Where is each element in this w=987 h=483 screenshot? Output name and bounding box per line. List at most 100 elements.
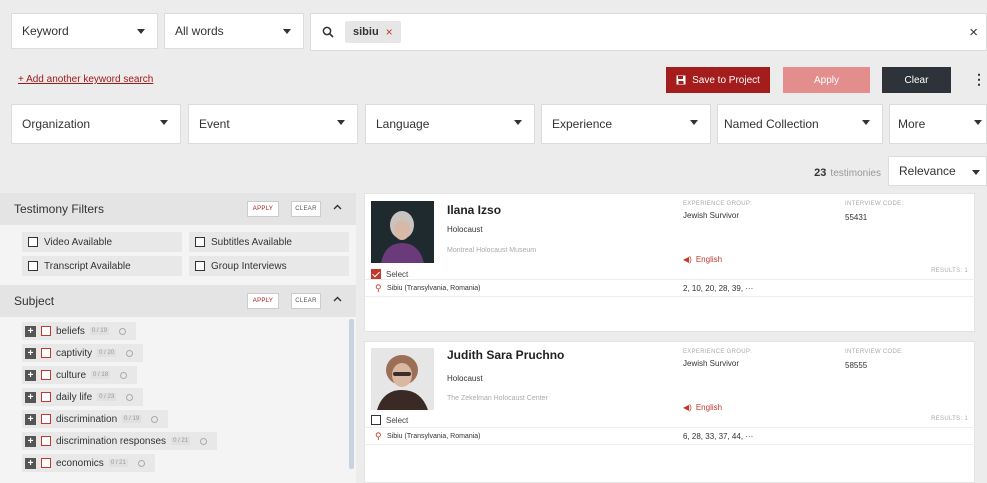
- subject-item-discrimination[interactable]: + discrimination 0 / 19: [22, 410, 169, 428]
- group-interviews-checkbox[interactable]: Group Interviews: [189, 256, 349, 276]
- results-count: RESULTS: 1: [931, 416, 968, 422]
- interview-code-value: 58555: [845, 361, 868, 370]
- keyword-search-input[interactable]: sibiu × ×: [310, 13, 987, 51]
- checkbox-icon[interactable]: [41, 436, 51, 446]
- remove-chip-icon[interactable]: ×: [386, 25, 393, 39]
- select-checkbox[interactable]: Select: [371, 269, 408, 279]
- apply-button[interactable]: Apply: [783, 67, 870, 93]
- video-available-checkbox[interactable]: Video Available: [22, 232, 182, 252]
- experience-filter-label: Experience: [552, 117, 613, 131]
- checkbox-icon[interactable]: [41, 458, 51, 468]
- testimony-name[interactable]: Ilana Izso: [447, 203, 501, 217]
- sidebar-scrollbar[interactable]: [349, 319, 354, 469]
- location-label: Sibiu (Transylvania, Romania): [387, 285, 481, 292]
- segment-links[interactable]: 6, 28, 33, 37, 44, ···: [683, 432, 753, 441]
- checkbox-icon[interactable]: [41, 414, 51, 424]
- organization-filter-select[interactable]: Organization: [11, 104, 181, 144]
- location-pin-icon: ⚲: [375, 283, 382, 293]
- named-collection-filter-select[interactable]: Named Collection: [717, 104, 883, 144]
- info-icon[interactable]: [118, 327, 126, 335]
- save-to-project-button[interactable]: Save to Project: [666, 67, 770, 93]
- info-icon[interactable]: [200, 437, 208, 445]
- transcript-available-checkbox[interactable]: Transcript Available: [22, 256, 182, 276]
- expand-plus-icon[interactable]: +: [25, 325, 36, 337]
- testimony-filters-clear-button[interactable]: CLEAR: [291, 201, 321, 217]
- info-icon[interactable]: [137, 459, 145, 467]
- checked-checkbox-icon: [371, 269, 381, 279]
- info-icon[interactable]: [126, 349, 134, 357]
- keyword-chip: sibiu ×: [345, 21, 401, 43]
- info-icon[interactable]: [151, 415, 159, 423]
- chevron-up-icon[interactable]: [333, 202, 342, 213]
- checkbox-icon: [195, 261, 205, 271]
- testimony-name[interactable]: Judith Sara Pruchno: [447, 348, 564, 362]
- expand-plus-icon[interactable]: +: [25, 435, 36, 447]
- checkbox-icon[interactable]: [41, 370, 51, 380]
- search-field-select[interactable]: Keyword: [11, 13, 158, 49]
- checkbox-icon[interactable]: [41, 326, 51, 336]
- more-options-icon[interactable]: ⋮: [972, 72, 986, 86]
- subject-item-count: 0 / 21: [108, 459, 128, 467]
- info-icon[interactable]: [126, 393, 134, 401]
- info-icon[interactable]: [120, 371, 128, 379]
- filter-row: Organization Event Language Experience N…: [0, 104, 987, 144]
- sort-select-value: Relevance: [899, 164, 956, 178]
- subject-item-daily-life[interactable]: + daily life 0 / 23: [22, 388, 144, 406]
- checkbox-icon[interactable]: [41, 348, 51, 358]
- experience-filter-select[interactable]: Experience: [541, 104, 711, 144]
- expand-plus-icon[interactable]: +: [25, 347, 36, 359]
- experience-group-label: EXPERIENCE GROUP:: [683, 349, 753, 355]
- testimony-filters-apply-button[interactable]: APPLY: [247, 201, 279, 217]
- save-icon: [676, 75, 686, 85]
- add-keyword-search-link[interactable]: + Add another keyword search: [18, 74, 153, 85]
- results-count-row: 23 testimonies Relevance: [0, 156, 987, 188]
- sort-select[interactable]: Relevance: [888, 156, 987, 186]
- keyword-chip-label: sibiu: [353, 26, 379, 38]
- more-filter-label: More: [898, 117, 926, 131]
- select-label: Select: [386, 415, 409, 425]
- checkbox-icon[interactable]: [41, 392, 51, 402]
- expand-plus-icon[interactable]: +: [25, 457, 36, 469]
- more-filter-select[interactable]: More: [889, 104, 987, 144]
- expand-plus-icon[interactable]: +: [25, 369, 36, 381]
- expand-plus-icon[interactable]: +: [25, 391, 36, 403]
- testimony-organization: The Zekelman Holocaust Center: [447, 395, 548, 402]
- subject-item-label: daily life: [56, 391, 93, 403]
- event-filter-label: Event: [199, 117, 230, 131]
- subject-item-count: 0 / 21: [171, 437, 191, 445]
- testimony-category: Holocaust: [447, 225, 483, 234]
- testimony-filters-title: Testimony Filters: [14, 202, 105, 216]
- location-label: Sibiu (Transylvania, Romania): [387, 433, 481, 440]
- event-filter-select[interactable]: Event: [188, 104, 358, 144]
- subtitles-available-checkbox[interactable]: Subtitles Available: [189, 232, 349, 252]
- checkbox-icon: [195, 237, 205, 247]
- checkbox-icon: [371, 415, 381, 425]
- language-filter-select[interactable]: Language: [365, 104, 535, 144]
- subject-item-culture[interactable]: + culture 0 / 18: [22, 366, 138, 384]
- clear-search-icon[interactable]: ×: [969, 24, 978, 41]
- select-label: Select: [386, 269, 409, 279]
- language-link[interactable]: ◀) English: [683, 403, 722, 412]
- subject-item-captivity[interactable]: + captivity 0 / 20: [22, 344, 144, 362]
- testimony-card[interactable]: Select Ilana Izso Holocaust Montreal Hol…: [364, 193, 976, 332]
- subject-item-discrimination-responses[interactable]: + discrimination responses 0 / 21: [22, 432, 218, 450]
- subject-item-beliefs[interactable]: + beliefs 0 / 19: [22, 322, 136, 340]
- select-checkbox[interactable]: Select: [371, 415, 408, 425]
- segment-links[interactable]: 2, 10, 20, 28, 39, ···: [683, 284, 753, 293]
- language-link[interactable]: ◀) English: [683, 255, 722, 264]
- subject-clear-button[interactable]: CLEAR: [291, 293, 321, 309]
- chevron-up-icon[interactable]: [333, 294, 342, 305]
- chevron-down-icon: [972, 170, 980, 175]
- subject-item-economics[interactable]: + economics 0 / 21: [22, 454, 155, 472]
- clear-button[interactable]: Clear: [882, 67, 951, 93]
- match-mode-select-value: All words: [175, 24, 224, 38]
- search-field-select-value: Keyword: [22, 24, 69, 38]
- subject-item-count: 0 / 23: [97, 393, 117, 401]
- subject-apply-button[interactable]: APPLY: [247, 293, 279, 309]
- chevron-down-icon: [283, 29, 291, 34]
- result-count-number: 23: [814, 167, 827, 179]
- expand-plus-icon[interactable]: +: [25, 413, 36, 425]
- location-row: ⚲ Sibiu (Transylvania, Romania) 6, 28, 3…: [365, 427, 976, 445]
- match-mode-select[interactable]: All words: [164, 13, 304, 49]
- testimony-card[interactable]: Select Judith Sara Pruchno Holocaust The…: [364, 341, 976, 483]
